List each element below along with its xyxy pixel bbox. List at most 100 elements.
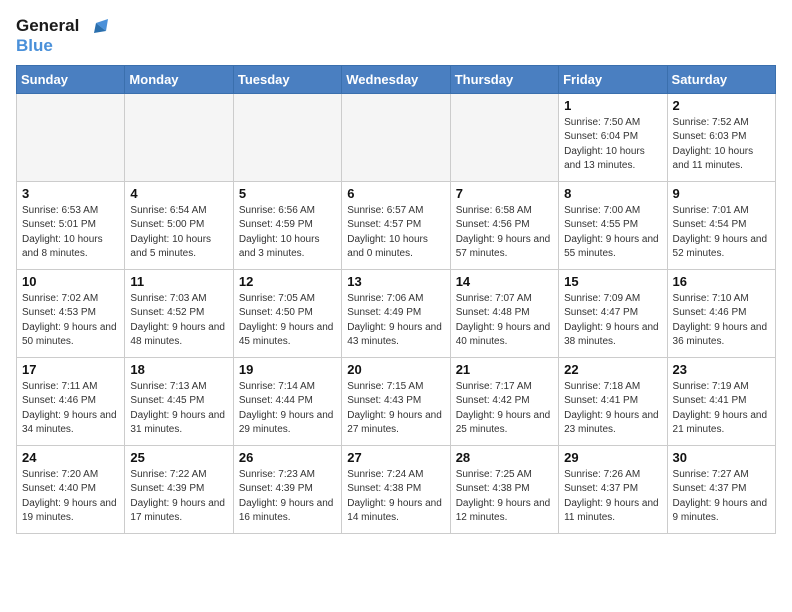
day-number: 3 [22,186,119,201]
calendar-cell: 16 Sunrise: 7:10 AMSunset: 4:46 PMDayligh… [667,269,775,357]
page-header: General Blue [16,16,776,57]
calendar-cell: 10 Sunrise: 7:02 AMSunset: 4:53 PMDayligh… [17,269,125,357]
day-number: 2 [673,98,770,113]
day-info: Sunrise: 7:02 AMSunset: 4:53 PMDaylight:… [22,292,119,350]
day-info: Sunrise: 7:25 AMSunset: 4:38 PMDaylight:… [456,468,553,526]
calendar-cell: 14 Sunrise: 7:07 AMSunset: 4:48 PMDayligh… [450,269,558,357]
calendar-week-row: 17 Sunrise: 7:11 AMSunset: 4:46 PMDayligh… [17,357,776,445]
day-number: 27 [347,450,444,465]
day-info: Sunrise: 7:00 AMSunset: 4:55 PMDaylight:… [564,204,661,262]
weekday-header-monday: Monday [125,65,233,93]
day-info: Sunrise: 7:50 AMSunset: 6:04 PMDaylight:… [564,116,661,174]
calendar-cell [125,93,233,181]
calendar-cell: 1 Sunrise: 7:50 AMSunset: 6:04 PMDaylight… [559,93,667,181]
day-info: Sunrise: 7:15 AMSunset: 4:43 PMDaylight:… [347,380,444,438]
day-info: Sunrise: 7:03 AMSunset: 4:52 PMDaylight:… [130,292,227,350]
weekday-header-sunday: Sunday [17,65,125,93]
day-info: Sunrise: 6:54 AMSunset: 5:00 PMDaylight:… [130,204,227,262]
day-info: Sunrise: 7:24 AMSunset: 4:38 PMDaylight:… [347,468,444,526]
day-info: Sunrise: 7:11 AMSunset: 4:46 PMDaylight:… [22,380,119,438]
calendar-cell [450,93,558,181]
day-info: Sunrise: 7:23 AMSunset: 4:39 PMDaylight:… [239,468,336,526]
day-number: 14 [456,274,553,289]
weekday-header-friday: Friday [559,65,667,93]
day-info: Sunrise: 7:19 AMSunset: 4:41 PMDaylight:… [673,380,770,438]
day-number: 19 [239,362,336,377]
day-number: 30 [673,450,770,465]
day-number: 16 [673,274,770,289]
calendar-cell: 12Sunrise: 7:05 AMSunset: 4:50 PMDayligh… [233,269,341,357]
calendar-cell: 25 Sunrise: 7:22 AMSunset: 4:39 PMDayligh… [125,445,233,533]
day-number: 24 [22,450,119,465]
calendar-table: SundayMondayTuesdayWednesdayThursdayFrid… [16,65,776,534]
day-number: 10 [22,274,119,289]
calendar-cell: 3 Sunrise: 6:53 AMSunset: 5:01 PMDaylight… [17,181,125,269]
weekday-header-wednesday: Wednesday [342,65,450,93]
calendar-cell [17,93,125,181]
calendar-cell [342,93,450,181]
calendar-cell: 27 Sunrise: 7:24 AMSunset: 4:38 PMDayligh… [342,445,450,533]
day-info: Sunrise: 7:20 AMSunset: 4:40 PMDaylight:… [22,468,119,526]
day-number: 18 [130,362,227,377]
day-number: 25 [130,450,227,465]
day-number: 4 [130,186,227,201]
day-info: Sunrise: 7:27 AMSunset: 4:37 PMDaylight:… [673,468,770,526]
day-number: 13 [347,274,444,289]
day-info: Sunrise: 7:10 AMSunset: 4:46 PMDaylight:… [673,292,770,350]
day-info: Sunrise: 7:01 AMSunset: 4:54 PMDaylight:… [673,204,770,262]
calendar-cell: 21Sunrise: 7:17 AMSunset: 4:42 PMDayligh… [450,357,558,445]
day-info: Sunrise: 7:06 AMSunset: 4:49 PMDaylight:… [347,292,444,350]
day-number: 20 [347,362,444,377]
calendar-week-row: 3 Sunrise: 6:53 AMSunset: 5:01 PMDaylight… [17,181,776,269]
day-info: Sunrise: 7:52 AMSunset: 6:03 PMDaylight:… [673,116,770,174]
calendar-week-row: 24 Sunrise: 7:20 AMSunset: 4:40 PMDayligh… [17,445,776,533]
calendar-cell: 5 Sunrise: 6:56 AMSunset: 4:59 PMDaylight… [233,181,341,269]
calendar-cell: 13 Sunrise: 7:06 AMSunset: 4:49 PMDayligh… [342,269,450,357]
weekday-header-saturday: Saturday [667,65,775,93]
calendar-cell [233,93,341,181]
day-number: 1 [564,98,661,113]
day-number: 17 [22,362,119,377]
calendar-week-row: 10 Sunrise: 7:02 AMSunset: 4:53 PMDayligh… [17,269,776,357]
day-info: Sunrise: 7:17 AMSunset: 4:42 PMDaylight:… [456,380,553,438]
weekday-header-thursday: Thursday [450,65,558,93]
day-number: 28 [456,450,553,465]
weekday-header-tuesday: Tuesday [233,65,341,93]
logo: General Blue [16,16,108,57]
day-number: 23 [673,362,770,377]
day-number: 15 [564,274,661,289]
day-info: Sunrise: 7:09 AMSunset: 4:47 PMDaylight:… [564,292,661,350]
day-number: 29 [564,450,661,465]
calendar-cell: 19 Sunrise: 7:14 AMSunset: 4:44 PMDayligh… [233,357,341,445]
day-info: Sunrise: 6:53 AMSunset: 5:01 PMDaylight:… [22,204,119,262]
day-info: Sunrise: 6:56 AMSunset: 4:59 PMDaylight:… [239,204,336,262]
calendar-cell: 2 Sunrise: 7:52 AMSunset: 6:03 PMDaylight… [667,93,775,181]
day-number: 22 [564,362,661,377]
day-number: 9 [673,186,770,201]
calendar-cell: 8 Sunrise: 7:00 AMSunset: 4:55 PMDaylight… [559,181,667,269]
calendar-cell: 22 Sunrise: 7:18 AMSunset: 4:41 PMDayligh… [559,357,667,445]
calendar-cell: 11 Sunrise: 7:03 AMSunset: 4:52 PMDayligh… [125,269,233,357]
day-info: Sunrise: 7:07 AMSunset: 4:48 PMDaylight:… [456,292,553,350]
calendar-cell: 30 Sunrise: 7:27 AMSunset: 4:37 PMDayligh… [667,445,775,533]
day-info: Sunrise: 7:14 AMSunset: 4:44 PMDaylight:… [239,380,336,438]
calendar-cell: 24 Sunrise: 7:20 AMSunset: 4:40 PMDayligh… [17,445,125,533]
calendar-cell: 6Sunrise: 6:57 AMSunset: 4:57 PMDaylight… [342,181,450,269]
calendar-cell: 20 Sunrise: 7:15 AMSunset: 4:43 PMDayligh… [342,357,450,445]
day-number: 26 [239,450,336,465]
calendar-cell: 28 Sunrise: 7:25 AMSunset: 4:38 PMDayligh… [450,445,558,533]
calendar-cell: 9 Sunrise: 7:01 AMSunset: 4:54 PMDaylight… [667,181,775,269]
calendar-cell: 7Sunrise: 6:58 AMSunset: 4:56 PMDaylight… [450,181,558,269]
day-info: Sunrise: 7:22 AMSunset: 4:39 PMDaylight:… [130,468,227,526]
calendar-week-row: 1 Sunrise: 7:50 AMSunset: 6:04 PMDaylight… [17,93,776,181]
calendar-cell: 17 Sunrise: 7:11 AMSunset: 4:46 PMDayligh… [17,357,125,445]
day-number: 11 [130,274,227,289]
day-info: Sunrise: 7:18 AMSunset: 4:41 PMDaylight:… [564,380,661,438]
calendar-cell: 18Sunrise: 7:13 AMSunset: 4:45 PMDayligh… [125,357,233,445]
day-number: 8 [564,186,661,201]
logo-bird-icon [86,19,108,35]
day-info: Sunrise: 6:57 AMSunset: 4:57 PMDaylight:… [347,204,444,262]
weekday-header-row: SundayMondayTuesdayWednesdayThursdayFrid… [17,65,776,93]
day-number: 7 [456,186,553,201]
day-number: 5 [239,186,336,201]
